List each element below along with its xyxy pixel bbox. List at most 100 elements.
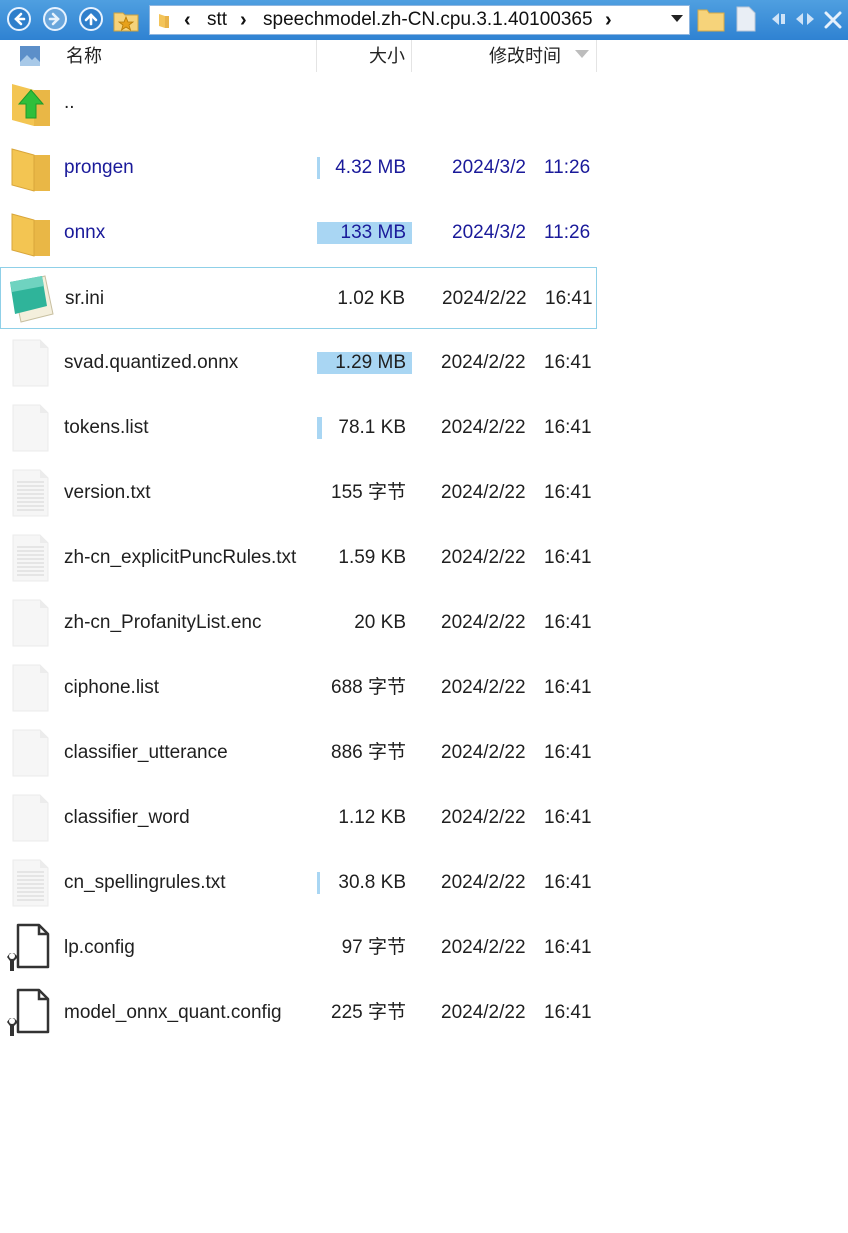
file-name: svad.quantized.onnx — [64, 352, 239, 373]
file-modified-date: 2024/2/22 — [441, 612, 526, 633]
breadcrumb-segment-current[interactable]: speechmodel.zh-CN.cpu.3.1.40100365 — [263, 9, 593, 31]
file-modified-time: 11:26 — [544, 157, 591, 178]
file-size: 20 KB — [354, 612, 406, 633]
file-size: 30.8 KB — [338, 872, 406, 893]
forward-icon[interactable] — [43, 7, 67, 31]
file-row[interactable]: svad.quantized.onnx 1.29 MB 2024/2/22 16:41 — [0, 332, 597, 394]
file-modified-time: 16:41 — [544, 677, 592, 698]
address-bar[interactable]: ‹ stt › speechmodel.zh-CN.cpu.3.1.401003… — [149, 5, 690, 35]
up-icon[interactable] — [79, 7, 103, 31]
file-icon — [6, 728, 56, 778]
file-size: 78.1 KB — [338, 417, 406, 438]
breadcrumb-chevron-icon[interactable]: › — [605, 9, 612, 32]
column-header-name[interactable]: 名称 — [66, 40, 102, 72]
file-icon — [6, 663, 56, 713]
size-bar — [317, 157, 320, 179]
file-modified-time: 16:41 — [544, 937, 592, 958]
config-file-icon — [6, 923, 56, 973]
breadcrumb-segment-stt[interactable]: stt — [207, 9, 227, 31]
file-name: zh-cn_explicitPuncRules.txt — [64, 547, 297, 568]
file-row[interactable]: cn_spellingrules.txt 30.8 KB 2024/2/22 16:4… — [0, 852, 597, 914]
file-size: 886 字节 — [331, 742, 406, 763]
file-modified-date: 2024/2/22 — [441, 742, 526, 763]
file-row[interactable]: version.txt 155 字节 2024/2/22 16:41 — [0, 462, 597, 524]
file-modified-date: 2024/2/22 — [441, 677, 526, 698]
back-icon[interactable] — [7, 7, 31, 31]
column-header: 名称 大小 修改时间 — [0, 40, 848, 72]
file-row[interactable]: classifier_word 1.12 KB 2024/2/22 16:41 — [0, 787, 597, 849]
file-row[interactable]: lp.config 97 字节 2024/2/22 16:41 — [0, 917, 597, 979]
file-size: 1.12 KB — [338, 807, 406, 828]
file-name: cn_spellingrules.txt — [64, 872, 226, 893]
file-name: prongen — [64, 157, 134, 178]
file-row[interactable]: model_onnx_quant.config 225 字节 2024/2/22 16… — [0, 982, 597, 1044]
toolbar: ‹ stt › speechmodel.zh-CN.cpu.3.1.401003… — [0, 0, 848, 40]
file-modified-date: 2024/3/2 — [452, 222, 526, 243]
file-size: 1.29 MB — [335, 352, 406, 373]
text-file-icon — [6, 533, 56, 583]
folder-icon — [6, 208, 56, 258]
scroll-left-icon[interactable] — [771, 12, 789, 26]
file-name: .. — [64, 92, 75, 113]
folder-up-icon — [6, 78, 56, 128]
folder-icon — [159, 14, 169, 28]
image-icon — [20, 46, 40, 66]
file-modified-time: 16:41 — [544, 547, 592, 568]
file-modified-date: 2024/3/2 — [452, 157, 526, 178]
file-modified-time: 11:26 — [544, 222, 591, 243]
folder-icon — [6, 143, 56, 193]
scroll-both-icon[interactable] — [795, 12, 815, 26]
file-modified-date: 2024/2/22 — [441, 417, 526, 438]
file-row[interactable]: tokens.list 78.1 KB 2024/2/22 16:41 — [0, 397, 597, 459]
breadcrumb-chevron-icon[interactable]: ‹ — [184, 9, 191, 32]
notepad-icon — [7, 274, 57, 324]
file-size: 225 字节 — [331, 1002, 406, 1023]
file-name: model_onnx_quant.config — [64, 1002, 282, 1023]
file-name: classifier_utterance — [64, 742, 228, 763]
file-modified-date: 2024/2/22 — [441, 352, 526, 373]
file-modified-date: 2024/2/22 — [441, 547, 526, 568]
file-modified-time: 16:41 — [545, 288, 593, 309]
column-divider[interactable] — [411, 40, 412, 72]
file-modified-date: 2024/2/22 — [441, 807, 526, 828]
sort-descending-icon[interactable] — [575, 50, 589, 58]
file-icon — [6, 793, 56, 843]
file-modified-time: 16:41 — [544, 417, 592, 438]
column-header-size[interactable]: 大小 — [369, 40, 405, 72]
file-modified-date: 2024/2/22 — [441, 937, 526, 958]
file-row[interactable]: zh-cn_ProfanityList.enc 20 KB 2024/2/22 16:… — [0, 592, 597, 654]
file-name: sr.ini — [65, 288, 105, 309]
new-folder-icon[interactable] — [697, 6, 725, 32]
text-file-icon — [6, 858, 56, 908]
favorites-star-icon[interactable] — [112, 6, 140, 34]
file-size: 688 字节 — [331, 677, 406, 698]
file-modified-date: 2024/2/22 — [441, 482, 526, 503]
file-name: ciphone.list — [64, 677, 160, 698]
column-header-modified[interactable]: 修改时间 — [489, 40, 561, 72]
file-icon — [6, 403, 56, 453]
column-divider[interactable] — [596, 40, 597, 72]
file-row[interactable]: zh-cn_explicitPuncRules.txt 1.59 KB 2024/2… — [0, 527, 597, 589]
file-modified-time: 16:41 — [544, 872, 592, 893]
breadcrumb-chevron-icon[interactable]: › — [240, 9, 247, 32]
file-size: 155 字节 — [331, 482, 406, 503]
file-row[interactable]: onnx 133 MB 2024/3/2 11:26 — [0, 202, 597, 264]
file-name: zh-cn_ProfanityList.enc — [64, 612, 262, 633]
text-file-icon — [6, 468, 56, 518]
new-file-icon[interactable] — [736, 6, 756, 32]
file-modified-time: 16:41 — [544, 807, 592, 828]
file-row[interactable]: prongen 4.32 MB 2024/3/2 11:26 — [0, 137, 597, 199]
file-row[interactable]: classifier_utterance 886 字节 2024/2/22 16:41 — [0, 722, 597, 784]
chevron-down-icon[interactable] — [671, 15, 683, 22]
file-name: version.txt — [64, 482, 151, 503]
file-row[interactable]: ciphone.list 688 字节 2024/2/22 16:41 — [0, 657, 597, 719]
size-bar — [317, 872, 320, 894]
file-modified-time: 16:41 — [544, 742, 592, 763]
file-modified-time: 16:41 — [544, 482, 592, 503]
file-row[interactable]: sr.ini 1.02 KB 2024/2/22 16:41 — [0, 267, 597, 329]
column-divider[interactable] — [316, 40, 317, 72]
parent-folder-row[interactable]: .. — [0, 72, 597, 134]
file-size: 133 MB — [340, 222, 406, 243]
file-modified-date: 2024/2/22 — [442, 288, 527, 309]
close-icon[interactable] — [824, 11, 842, 29]
